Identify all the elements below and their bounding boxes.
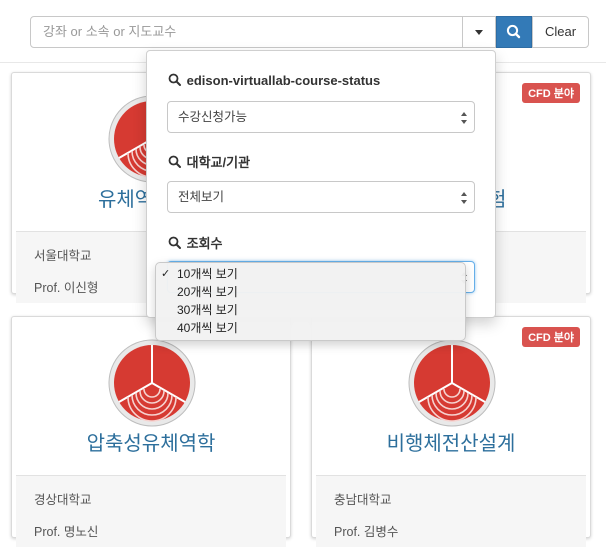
course-info: 경상대학교 Prof. 명노신 — [16, 475, 286, 547]
search-icon — [168, 73, 181, 86]
option-item[interactable]: ✓ 10개씩 보기 — [156, 265, 465, 283]
course-title[interactable]: 압축성유체역학 — [12, 427, 290, 456]
caret-down-icon — [475, 30, 483, 35]
university-label: 충남대학교 — [334, 493, 392, 507]
search-input[interactable]: 강좌 or 소속 or 지도교수 — [30, 16, 463, 48]
course-title[interactable]: 비행체전산설계 — [312, 427, 590, 456]
filter-label-university: 대학교/기관 — [167, 152, 250, 171]
status-select[interactable]: 수강신청가능 — [167, 101, 475, 133]
option-item[interactable]: 40개씩 보기 — [156, 319, 465, 337]
course-card[interactable]: CFD 분야 비행체전산설계 충남대학교 Prof. 김병수 — [311, 316, 591, 547]
select-arrows-icon — [461, 112, 467, 124]
university-select[interactable]: 전체보기 — [167, 181, 475, 213]
course-logo-icon — [108, 339, 196, 427]
professor-label: Prof. 이신형 — [34, 281, 99, 295]
filter-label-status: edison-virtuallab-course-status — [167, 73, 380, 88]
course-card[interactable]: 압축성유체역학 경상대학교 Prof. 명노신 — [11, 316, 291, 547]
option-item[interactable]: 20개씩 보기 — [156, 283, 465, 301]
university-label: 서울대학교 — [34, 249, 92, 263]
category-badge: CFD 분야 — [522, 83, 580, 103]
professor-label: Prof. 김병수 — [334, 525, 399, 539]
university-label: 경상대학교 — [34, 493, 92, 507]
search-icon — [168, 236, 181, 249]
course-info: 충남대학교 Prof. 김병수 — [316, 475, 586, 547]
category-badge: CFD 분야 — [522, 327, 580, 347]
course-logo-icon — [408, 339, 496, 427]
clear-button[interactable]: Clear — [532, 16, 589, 48]
search-icon — [168, 155, 181, 168]
professor-label: Prof. 명노신 — [34, 525, 99, 539]
filter-label-views: 조회수 — [167, 233, 223, 252]
course-title[interactable]: 험 — [488, 183, 590, 212]
dropdown-toggle-button[interactable] — [462, 16, 496, 48]
search-icon — [506, 24, 521, 39]
select-arrows-icon — [461, 192, 467, 204]
search-button[interactable] — [496, 16, 532, 48]
option-item[interactable]: 30개씩 보기 — [156, 301, 465, 319]
checkmark-icon: ✓ — [161, 268, 171, 280]
views-options-list: ✓ 10개씩 보기 20개씩 보기 30개씩 보기 40개씩 보기 — [155, 262, 466, 341]
